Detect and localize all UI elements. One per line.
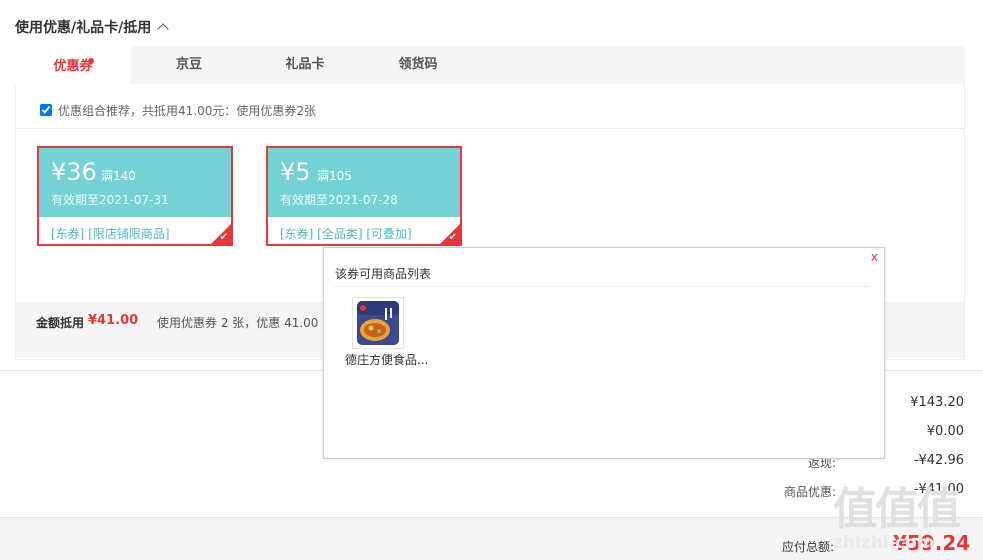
section-title[interactable]: 使用优惠/礼品卡/抵用 (15, 17, 169, 37)
coupon-header: ¥36 满140 有效期至2021-07-31 (39, 148, 231, 217)
cashback-value: -¥42.96 (913, 453, 964, 468)
tab-jingdou[interactable]: 京豆 (131, 46, 247, 84)
coupon-condition: 满140 (101, 169, 136, 183)
divider (334, 286, 869, 287)
tab-giftcard[interactable]: 礼品卡 (247, 46, 363, 84)
divider (15, 128, 965, 129)
tab-coupons[interactable]: 优惠券 (15, 46, 131, 86)
combo-text: 优惠组合推荐，共抵用41.00元：使用优惠券2张 (58, 104, 316, 118)
coupon-tags: [东券] [限店铺限商品] (51, 227, 170, 241)
coupon-amount: ¥5 (280, 158, 311, 186)
notification-dot (88, 58, 94, 64)
coupon-card[interactable]: ¥36 满140 有效期至2021-07-31 [东券] [限店铺限商品] ✔ (37, 146, 233, 246)
summary-amount: ¥41.00 (88, 313, 139, 328)
price-value: ¥143.20 (910, 395, 964, 410)
watermark-url: zhizhi.com (833, 533, 935, 553)
tab-bar: 优惠券 京豆 礼品卡 领货码 (15, 46, 965, 86)
product-name[interactable]: 德庄方便食品... (345, 351, 428, 368)
product-discount-label: 商品优惠: (784, 485, 837, 499)
section-title-text: 使用优惠/礼品卡/抵用 (15, 20, 152, 36)
product-thumbnail[interactable] (352, 297, 404, 349)
coupon-tags: [东券] [全品类] [可叠加] (280, 227, 412, 241)
tab-redeem-code[interactable]: 领货码 (363, 46, 473, 84)
coupon-amount: ¥36 (51, 158, 97, 186)
combo-recommendation: 优惠组合推荐，共抵用41.00元：使用优惠券2张 (40, 102, 316, 119)
applicable-products-popup: 该券可用商品列表 x 德庄方便食品... (323, 247, 885, 459)
checkmark-icon: ✔ (448, 232, 457, 243)
coupon-condition: 满105 (317, 169, 352, 183)
tab-label: 礼品卡 (285, 57, 325, 72)
coupon-header: ¥5 满105 有效期至2021-07-28 (268, 148, 460, 217)
tab-label: 领货码 (398, 57, 438, 72)
chevron-up-icon[interactable] (157, 23, 169, 35)
coupon-expiry: 有效期至2021-07-28 (280, 193, 398, 207)
popup-title: 该券可用商品列表 (335, 267, 432, 281)
close-icon[interactable]: x (871, 250, 878, 264)
tab-label: 京豆 (175, 57, 202, 72)
tab-label: 优惠券 (53, 59, 93, 74)
checkmark-icon: ✔ (219, 232, 228, 243)
summary-description: 使用优惠券 2 张，优惠 41.00 (157, 316, 319, 330)
combo-checkbox[interactable] (40, 104, 52, 116)
price-value: ¥0.00 (926, 424, 964, 439)
watermark-logo: 值值值 (833, 484, 961, 535)
product-image (353, 298, 403, 348)
coupon-card[interactable]: ¥5 满105 有效期至2021-07-28 [东券] [全品类] [可叠加] … (266, 146, 462, 246)
summary-label: 金额抵用 (36, 316, 85, 330)
coupon-expiry: 有效期至2021-07-31 (51, 193, 169, 207)
total-label: 应付总额: (782, 540, 835, 554)
